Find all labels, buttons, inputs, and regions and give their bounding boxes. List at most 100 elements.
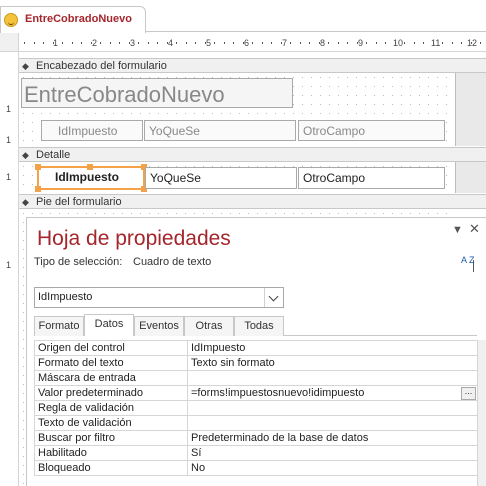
ruler-tick (205, 42, 206, 44)
selection-handle[interactable] (35, 186, 41, 192)
property-value[interactable]: IdImpuesto (187, 340, 478, 356)
sort-icon[interactable]: A Z (461, 256, 477, 276)
document-tab-label: EntreCobradoNuevo (25, 13, 132, 25)
property-value[interactable]: Texto sin formato (187, 355, 478, 371)
property-row[interactable]: Máscara de entrada (34, 370, 478, 386)
property-value[interactable]: Predeterminado de la base de datos (187, 430, 478, 446)
section-bar-detail[interactable]: ◆ Detalle (19, 147, 486, 162)
property-name: Origen del control (34, 340, 188, 356)
document-tab[interactable]: EntreCobradoNuevo (0, 6, 146, 33)
section-label: Encabezado del formulario (36, 60, 167, 72)
selection-handle[interactable] (87, 164, 93, 170)
ruler-tick (461, 42, 462, 44)
property-row[interactable]: Buscar por filtro Predeterminado de la ba… (34, 430, 478, 446)
ruler-number: 3 (130, 38, 136, 48)
ruler-tick (414, 42, 415, 44)
property-name: Regla de validación (34, 400, 188, 416)
property-value[interactable]: Sí (187, 445, 478, 461)
ruler-tick (138, 42, 139, 44)
textbox-yoquese[interactable]: YoQueSe (145, 167, 297, 189)
property-name: Formato del texto (34, 355, 188, 371)
property-name: Buscar por filtro (34, 430, 188, 446)
close-icon[interactable]: ✕ (469, 221, 480, 237)
property-value[interactable] (187, 370, 478, 386)
ruler-tick (480, 42, 481, 44)
header-label-yoquese[interactable]: YoQueSe (144, 120, 296, 141)
tab-todas[interactable]: Todas (234, 316, 284, 336)
tab-formato[interactable]: Formato (34, 316, 84, 336)
tab-datos[interactable]: Datos (84, 314, 134, 336)
ruler-tick (347, 42, 348, 44)
ruler-number: 4 (168, 38, 174, 48)
property-value[interactable]: No (187, 460, 478, 476)
property-row[interactable]: Regla de validación (34, 400, 478, 416)
ruler-tick (338, 42, 339, 44)
ruler-tick (471, 42, 472, 44)
ruler-tick (395, 42, 396, 44)
property-name: Valor predeterminado (34, 385, 188, 401)
ruler-tick (262, 42, 263, 44)
form-title-label[interactable]: EntreCobradoNuevo (21, 78, 293, 108)
ruler-tick (243, 42, 244, 44)
ruler-number: 7 (282, 38, 288, 48)
ruler-number: 6 (244, 38, 250, 48)
vruler-number: 1 (6, 135, 12, 145)
textbox-otrocampo[interactable]: OtroCampo (298, 167, 445, 189)
property-row[interactable]: Bloqueado No (34, 460, 478, 476)
property-row[interactable]: Formato del texto Texto sin formato (34, 355, 478, 371)
ruler-tick (300, 42, 301, 44)
dropdown-menu-icon[interactable]: ▼ (452, 224, 463, 236)
ruler-tick (442, 42, 443, 44)
ruler-tick (81, 42, 82, 44)
vruler-number: 1 (6, 104, 12, 114)
property-name: Habilitado (34, 445, 188, 461)
property-row[interactable]: Origen del control IdImpuesto (34, 340, 478, 356)
section-label: Pie del formulario (36, 196, 122, 208)
detail-gray-area (455, 162, 486, 193)
ruler-tick (195, 42, 196, 44)
ruler-tick (271, 42, 272, 44)
tab-otras[interactable]: Otras (184, 316, 234, 336)
ruler-number: 8 (320, 38, 326, 48)
header-label-idimpuesto[interactable]: IdImpuesto (41, 120, 143, 141)
ruler-tick (252, 42, 253, 44)
selection-handle[interactable] (35, 164, 41, 170)
ruler-tick (385, 42, 386, 44)
object-combobox-value: IdImpuesto (38, 291, 93, 303)
ruler-number: 12 (467, 38, 478, 48)
property-value[interactable] (187, 415, 478, 431)
builder-button[interactable]: ... (461, 387, 476, 400)
property-row[interactable]: Habilitado Sí (34, 445, 478, 461)
ruler-tick (404, 42, 405, 44)
header-label-otrocampo[interactable]: OtroCampo (298, 120, 445, 141)
ruler-tick (423, 42, 424, 44)
property-scrollbar[interactable] (477, 340, 486, 486)
section-bar-header[interactable]: ◆ Encabezado del formulario (19, 58, 486, 73)
ruler-tick (214, 42, 215, 44)
property-name: Bloqueado (34, 460, 188, 476)
section-bar-footer[interactable]: ◆ Pie del formulario (19, 194, 486, 209)
chevron-down-icon[interactable] (264, 288, 283, 307)
ruler-number: 2 (92, 38, 98, 48)
property-name: Texto de validación (34, 415, 188, 431)
property-row[interactable]: Texto de validación (34, 415, 478, 431)
tab-eventos[interactable]: Eventos (134, 316, 184, 336)
property-row[interactable]: Valor predeterminado =forms!impuestosnuev… (34, 385, 478, 401)
section-label: Detalle (36, 149, 71, 161)
ruler-tick (72, 42, 73, 44)
property-value[interactable]: =forms!impuestosnuevo!idimpuesto (187, 385, 478, 401)
ruler-tick (157, 42, 158, 44)
section-arrow-icon: ◆ (22, 61, 29, 71)
ruler-tick (167, 42, 168, 44)
ruler-corner[interactable] (0, 33, 19, 52)
property-name: Máscara de entrada (34, 370, 188, 386)
ruler-tick (376, 42, 377, 44)
selection-type-label: Tipo de selección: (34, 256, 123, 268)
ruler-tick (328, 42, 329, 44)
header-gray-area (455, 73, 486, 146)
ruler-tick (452, 42, 453, 44)
property-value[interactable] (187, 400, 478, 416)
vruler-number: 1 (6, 260, 12, 270)
ruler-tick (62, 42, 63, 44)
ruler-tick (91, 42, 92, 44)
